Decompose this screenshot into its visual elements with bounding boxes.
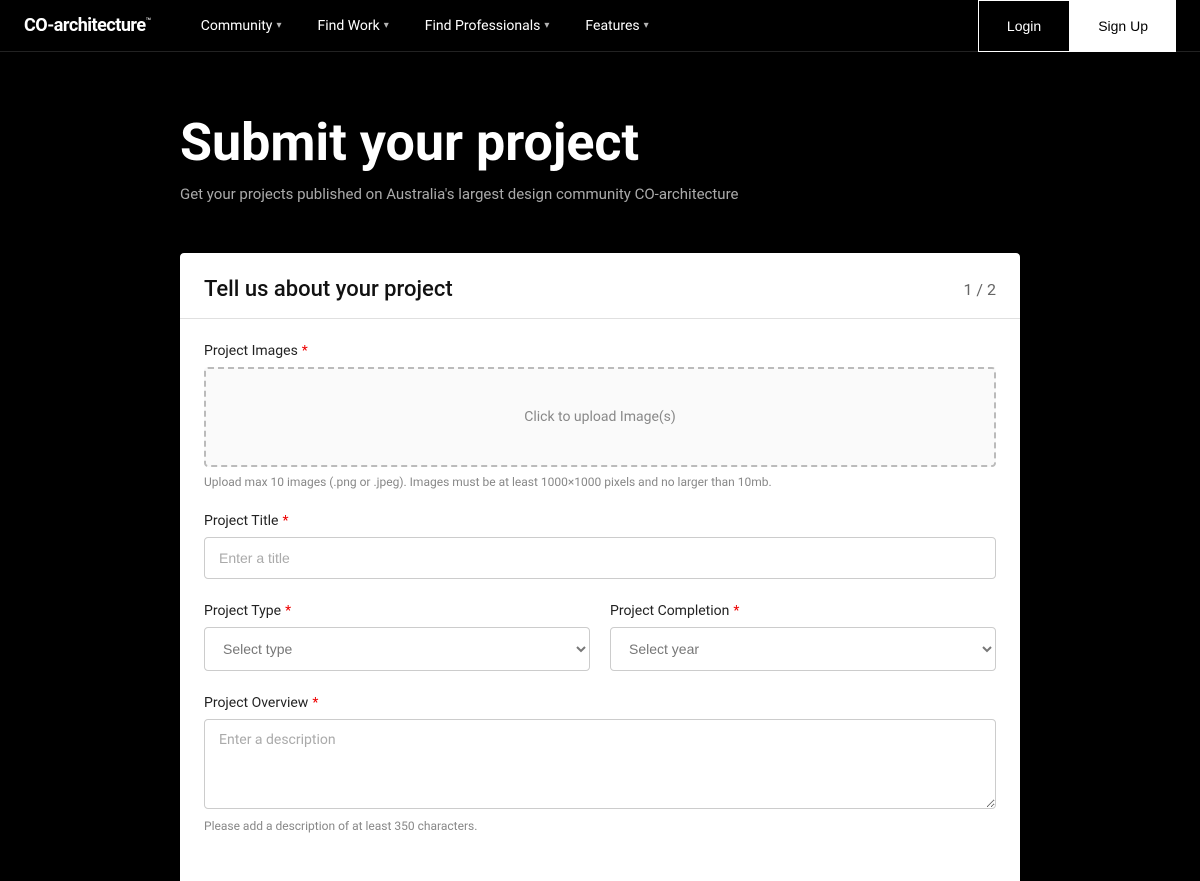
- project-title-label: Project Title *: [204, 513, 996, 529]
- nav-links: Community ▾ Find Work ▾ Find Professiona…: [183, 0, 978, 52]
- required-indicator: *: [312, 695, 318, 711]
- nav-label-find-work: Find Work: [317, 18, 379, 34]
- project-completion-select[interactable]: Select year 2024 2023 2022 2021 2020 201…: [610, 627, 996, 671]
- project-completion-label: Project Completion *: [610, 603, 996, 619]
- logo-text: CO-architecture™: [24, 15, 151, 36]
- nav-auth: Login Sign Up: [978, 0, 1176, 52]
- project-completion-group: Project Completion * Select year 2024 20…: [610, 603, 996, 671]
- page-title: Submit your project: [180, 112, 1200, 173]
- nav-item-features[interactable]: Features ▾: [567, 0, 666, 52]
- login-button[interactable]: Login: [978, 0, 1070, 52]
- required-indicator: *: [302, 343, 308, 359]
- chevron-down-icon: ▾: [276, 20, 281, 31]
- project-title-group: Project Title *: [204, 513, 996, 579]
- project-images-label: Project Images *: [204, 343, 996, 359]
- logo[interactable]: CO-architecture™: [24, 15, 183, 36]
- hero-section: Submit your project Get your projects pu…: [0, 52, 1200, 253]
- nav-label-community: Community: [201, 18, 273, 34]
- nav-label-find-professionals: Find Professionals: [425, 18, 541, 34]
- navbar: CO-architecture™ Community ▾ Find Work ▾…: [0, 0, 1200, 52]
- project-type-label: Project Type *: [204, 603, 590, 619]
- required-indicator: *: [282, 513, 288, 529]
- chevron-down-icon: ▾: [644, 20, 649, 31]
- signup-button[interactable]: Sign Up: [1070, 0, 1176, 52]
- nav-item-find-work[interactable]: Find Work ▾: [299, 0, 406, 52]
- image-upload-area[interactable]: Click to upload Image(s): [204, 367, 996, 467]
- form-section-title: Tell us about your project: [204, 277, 453, 302]
- upload-text: Click to upload Image(s): [524, 409, 676, 425]
- project-overview-group: Project Overview * Please add a descript…: [204, 695, 996, 833]
- chevron-down-icon: ▾: [544, 20, 549, 31]
- upload-hint: Upload max 10 images (.png or .jpeg). Im…: [204, 475, 996, 489]
- overview-hint: Please add a description of at least 350…: [204, 819, 996, 833]
- project-overview-textarea[interactable]: [204, 719, 996, 809]
- form-card: Tell us about your project 1 / 2 Project…: [180, 253, 1020, 881]
- form-header: Tell us about your project 1 / 2: [180, 253, 1020, 319]
- form-step-indicator: 1 / 2: [963, 280, 996, 299]
- project-overview-label: Project Overview *: [204, 695, 996, 711]
- form-body: Project Images * Click to upload Image(s…: [180, 343, 1020, 833]
- project-images-group: Project Images * Click to upload Image(s…: [204, 343, 996, 489]
- type-completion-row: Project Type * Select type Residential C…: [204, 603, 996, 695]
- nav-item-community[interactable]: Community ▾: [183, 0, 300, 52]
- project-title-input[interactable]: [204, 537, 996, 579]
- required-indicator: *: [285, 603, 291, 619]
- nav-label-features: Features: [585, 18, 639, 34]
- nav-item-find-professionals[interactable]: Find Professionals ▾: [407, 0, 568, 52]
- chevron-down-icon: ▾: [384, 20, 389, 31]
- project-type-group: Project Type * Select type Residential C…: [204, 603, 590, 671]
- required-indicator: *: [733, 603, 739, 619]
- project-type-select[interactable]: Select type Residential Commercial Indus…: [204, 627, 590, 671]
- page-subtitle: Get your projects published on Australia…: [180, 185, 1200, 203]
